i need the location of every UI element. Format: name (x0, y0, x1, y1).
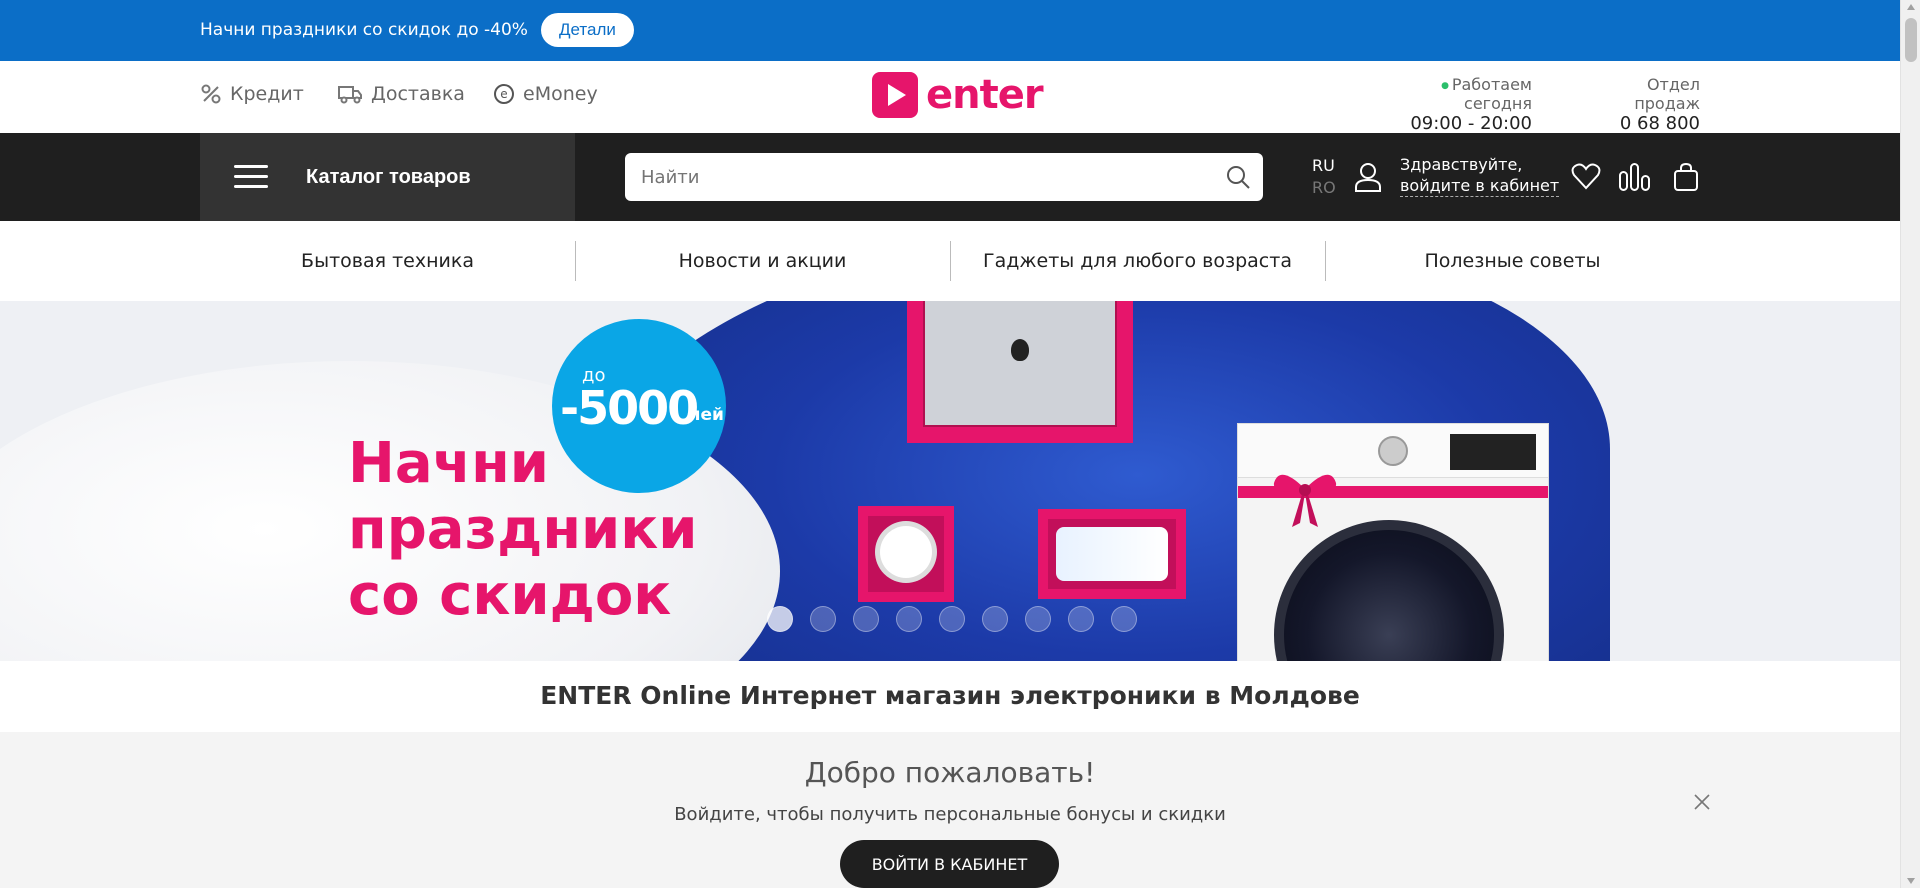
login-link[interactable]: Здравствуйте, войдите в кабинет (1400, 154, 1560, 197)
welcome-panel: Добро пожаловать! Войдите, чтобы получит… (0, 732, 1900, 888)
smartwatch-image (858, 506, 954, 602)
welcome-text: Войдите, чтобы получить персональные бон… (674, 804, 1226, 825)
promo-bar: Начни праздники со скидок до -40% Детали (0, 0, 1900, 61)
truck-icon (338, 86, 362, 104)
category-home-appliances[interactable]: Бытовая техника (200, 221, 575, 301)
search-icon[interactable] (1225, 164, 1251, 190)
category-tips[interactable]: Полезные советы (1325, 221, 1700, 301)
welcome-title: Добро пожаловать! (804, 756, 1096, 789)
percent-icon (201, 84, 221, 104)
category-news[interactable]: Новости и акции (575, 221, 950, 301)
login-cabinet-button[interactable]: ВОЙТИ В КАБИНЕТ (840, 840, 1059, 888)
lang-ru[interactable]: RU (1312, 155, 1336, 177)
washing-machine-image (1237, 423, 1549, 661)
enter-logo[interactable]: enter (872, 72, 1044, 118)
slider-dot[interactable] (810, 606, 836, 632)
discount-value: -5000 (560, 381, 699, 435)
emoney-icon: e (494, 84, 514, 104)
close-icon[interactable] (1692, 792, 1712, 812)
slider-dot[interactable] (1025, 606, 1051, 632)
slider-dot[interactable] (1068, 606, 1094, 632)
logo-play-icon (872, 72, 918, 118)
page-scrollbar[interactable] (1900, 0, 1920, 888)
greeting-line1: Здравствуйте, (1400, 155, 1523, 174)
catalog-button[interactable]: Каталог товаров (200, 133, 575, 221)
hours-value: 09:00 - 20:00 (1410, 113, 1532, 134)
promo-banner[interactable]: до -5000 лей Начни праздники со скидок (0, 301, 1900, 661)
banner-title-line: праздники (348, 497, 698, 562)
emoney-link[interactable]: e eMoney (493, 83, 598, 105)
heart-icon[interactable] (1571, 162, 1601, 190)
promo-details-button[interactable]: Детали (541, 13, 634, 47)
slider-dot[interactable] (853, 606, 879, 632)
svg-text:e: e (500, 87, 507, 101)
banner-title-line: со скидок (348, 563, 672, 628)
hours-label: Работаем сегодня (1372, 75, 1532, 113)
scroll-down-arrow-icon[interactable] (1907, 878, 1915, 884)
lang-ro[interactable]: RO (1312, 177, 1336, 199)
delivery-label: Доставка (371, 83, 465, 105)
slider-dots (767, 606, 1137, 632)
emoney-label: eMoney (523, 83, 598, 105)
delivery-link[interactable]: Доставка (337, 83, 465, 105)
menu-icon (234, 163, 268, 191)
smartphone-image (1038, 509, 1186, 599)
banner-title-line: Начни (348, 431, 550, 496)
user-icon[interactable] (1353, 161, 1383, 193)
banner-title: Начни праздники со скидок (348, 431, 698, 629)
category-gadgets[interactable]: Гаджеты для любого возраста (950, 221, 1325, 301)
catalog-label: Каталог товаров (306, 165, 471, 188)
sales-label: Отдел продаж (1634, 75, 1700, 113)
slider-dot[interactable] (767, 606, 793, 632)
compare-icon[interactable] (1618, 162, 1652, 192)
search-box (625, 153, 1263, 201)
promo-text: Начни праздники со скидок до -40% (200, 20, 528, 40)
slider-dot[interactable] (982, 606, 1008, 632)
laptop-image (907, 301, 1133, 443)
main-nav: Каталог товаров RU RO Здравствуйте, войд… (0, 133, 1900, 221)
top-info-bar: Кредит Доставка e eMoney enter Работаем … (0, 61, 1900, 155)
discount-currency: лей (688, 405, 724, 425)
logo-text: enter (926, 72, 1044, 118)
credit-link[interactable]: Кредит (200, 83, 304, 105)
scrollbar-thumb[interactable] (1905, 18, 1917, 62)
page-subtitle: ENTER Online Интернет магазин электроник… (540, 681, 1360, 710)
credit-label: Кредит (230, 83, 304, 105)
slider-dot[interactable] (896, 606, 922, 632)
slider-dot[interactable] (1111, 606, 1137, 632)
working-hours: Работаем сегодня 09:00 - 20:00 (1372, 75, 1532, 134)
gift-bow-icon (1273, 474, 1337, 527)
cart-icon[interactable] (1672, 162, 1700, 192)
search-input[interactable] (625, 153, 1185, 201)
language-switcher: RU RO (1312, 155, 1336, 199)
scroll-up-arrow-icon[interactable] (1907, 4, 1915, 10)
category-menu: Бытовая техника Новости и акции Гаджеты … (200, 221, 1700, 301)
slider-dot[interactable] (939, 606, 965, 632)
greeting-line2: войдите в кабинет (1400, 176, 1560, 197)
